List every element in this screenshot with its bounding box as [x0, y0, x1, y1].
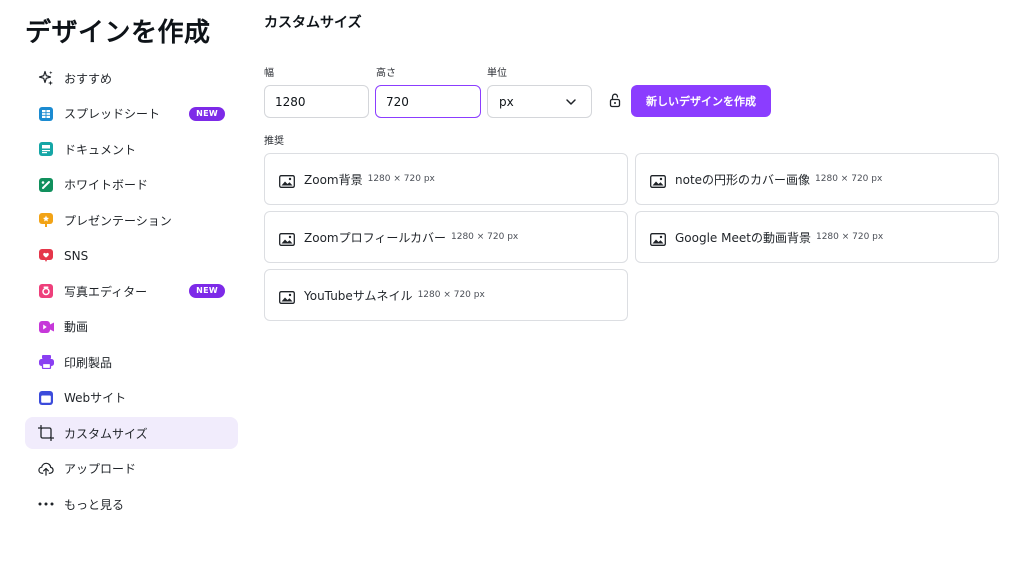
sidebar-item-sns[interactable]: SNS — [25, 240, 238, 272]
card-name: noteの円形のカバー画像 — [675, 172, 811, 187]
sidebar-item-print[interactable]: 印刷製品 — [25, 346, 238, 378]
sidebar-item-label: 印刷製品 — [64, 355, 113, 370]
create-new-design-button[interactable]: 新しいデザインを作成 — [631, 85, 771, 117]
image-icon — [279, 173, 295, 188]
sidebar-item-label: SNS — [64, 248, 89, 263]
sidebar-item-label: カスタムサイズ — [64, 426, 148, 441]
document-icon — [38, 141, 54, 157]
card-size: 1280 × 720 px — [367, 174, 435, 184]
width-label: 幅 — [264, 68, 274, 79]
sidebar-item-presentation[interactable]: プレゼンテーション — [25, 204, 238, 236]
page-title: デザインを作成 — [25, 18, 211, 48]
sidebar-item-label: アップロード — [64, 462, 137, 476]
sidebar-item-label: おすすめ — [64, 71, 113, 86]
card-name: Zoomプロフィールカバー — [304, 230, 446, 245]
unit-select-value: px — [499, 94, 514, 109]
sidebar-item-more[interactable]: もっと見る — [25, 488, 238, 520]
sidebar: おすすめ スプレッドシート NEW ドキュメント ホワイトボード プレゼンテーシ… — [25, 62, 238, 524]
image-icon — [650, 231, 666, 246]
sidebar-item-label: 動画 — [64, 320, 89, 334]
sidebar-item-custom-size[interactable]: カスタムサイズ — [25, 417, 238, 449]
heart-icon — [38, 248, 54, 264]
sidebar-item-video[interactable]: 動画 — [25, 311, 238, 343]
sidebar-item-label: ドキュメント — [64, 142, 137, 157]
sidebar-item-label: もっと見る — [64, 497, 125, 512]
unit-label: 単位 — [487, 68, 507, 79]
chevron-down-icon — [565, 96, 577, 108]
recommendation-card[interactable]: YouTubeサムネイル 1280 × 720 px — [264, 269, 628, 321]
new-badge: NEW — [189, 284, 225, 298]
card-name: YouTubeサムネイル — [304, 288, 413, 303]
section-title: カスタムサイズ — [264, 15, 362, 31]
sidebar-item-document[interactable]: ドキュメント — [25, 133, 238, 165]
camera-icon — [38, 283, 54, 299]
card-name: Zoom背景 — [304, 172, 363, 187]
sidebar-item-label: 写真エディター — [64, 284, 148, 299]
lock-open-icon[interactable] — [609, 93, 621, 108]
sidebar-item-label: Webサイト — [64, 391, 127, 405]
card-size: 1280 × 720 px — [417, 290, 485, 300]
website-icon — [38, 390, 54, 406]
sidebar-item-website[interactable]: Webサイト — [25, 382, 238, 414]
recommend-label: 推奨 — [264, 136, 284, 147]
presentation-icon — [38, 212, 54, 228]
recommendation-card[interactable]: Google Meetの動画背景 1280 × 720 px — [635, 211, 999, 263]
recommendation-card[interactable]: noteの円形のカバー画像 1280 × 720 px — [635, 153, 999, 205]
card-name: Google Meetの動画背景 — [675, 230, 811, 245]
image-icon — [650, 173, 666, 188]
image-icon — [279, 289, 295, 304]
whiteboard-icon — [38, 177, 54, 193]
spreadsheet-icon — [38, 106, 54, 122]
recommendation-card[interactable]: Zoom背景 1280 × 720 px — [264, 153, 628, 205]
custom-size-icon — [38, 425, 54, 441]
image-icon — [279, 231, 295, 246]
recommendation-card[interactable]: Zoomプロフィールカバー 1280 × 720 px — [264, 211, 628, 263]
sidebar-item-spreadsheet[interactable]: スプレッドシート NEW — [25, 98, 238, 130]
card-size: 1280 × 720 px — [451, 232, 519, 242]
sparkle-icon — [38, 70, 54, 86]
printer-icon — [38, 354, 54, 370]
card-size: 1280 × 720 px — [815, 232, 884, 242]
sidebar-item-whiteboard[interactable]: ホワイトボード — [25, 169, 238, 201]
unit-select[interactable]: px — [487, 85, 592, 118]
sidebar-item-label: スプレッドシート — [64, 107, 161, 121]
height-input[interactable] — [375, 85, 481, 118]
sidebar-item-label: プレゼンテーション — [64, 213, 172, 228]
upload-cloud-icon — [38, 461, 54, 477]
sidebar-item-label: ホワイトボード — [64, 178, 149, 192]
sidebar-item-recommended[interactable]: おすすめ — [25, 62, 238, 94]
new-badge: NEW — [189, 106, 225, 121]
sidebar-item-photo-editor[interactable]: 写真エディター NEW — [25, 275, 238, 307]
card-size: 1280 × 720 px — [815, 174, 883, 184]
video-icon — [38, 319, 54, 335]
sidebar-item-upload[interactable]: アップロード — [25, 453, 238, 485]
custom-size-panel: カスタムサイズ 幅 高さ 単位 px 新しいデザインを作成 推奨 Zoom背景 … — [264, 0, 1004, 576]
height-label: 高さ — [376, 68, 396, 79]
more-dots-icon — [38, 496, 54, 512]
width-input[interactable] — [264, 85, 369, 118]
